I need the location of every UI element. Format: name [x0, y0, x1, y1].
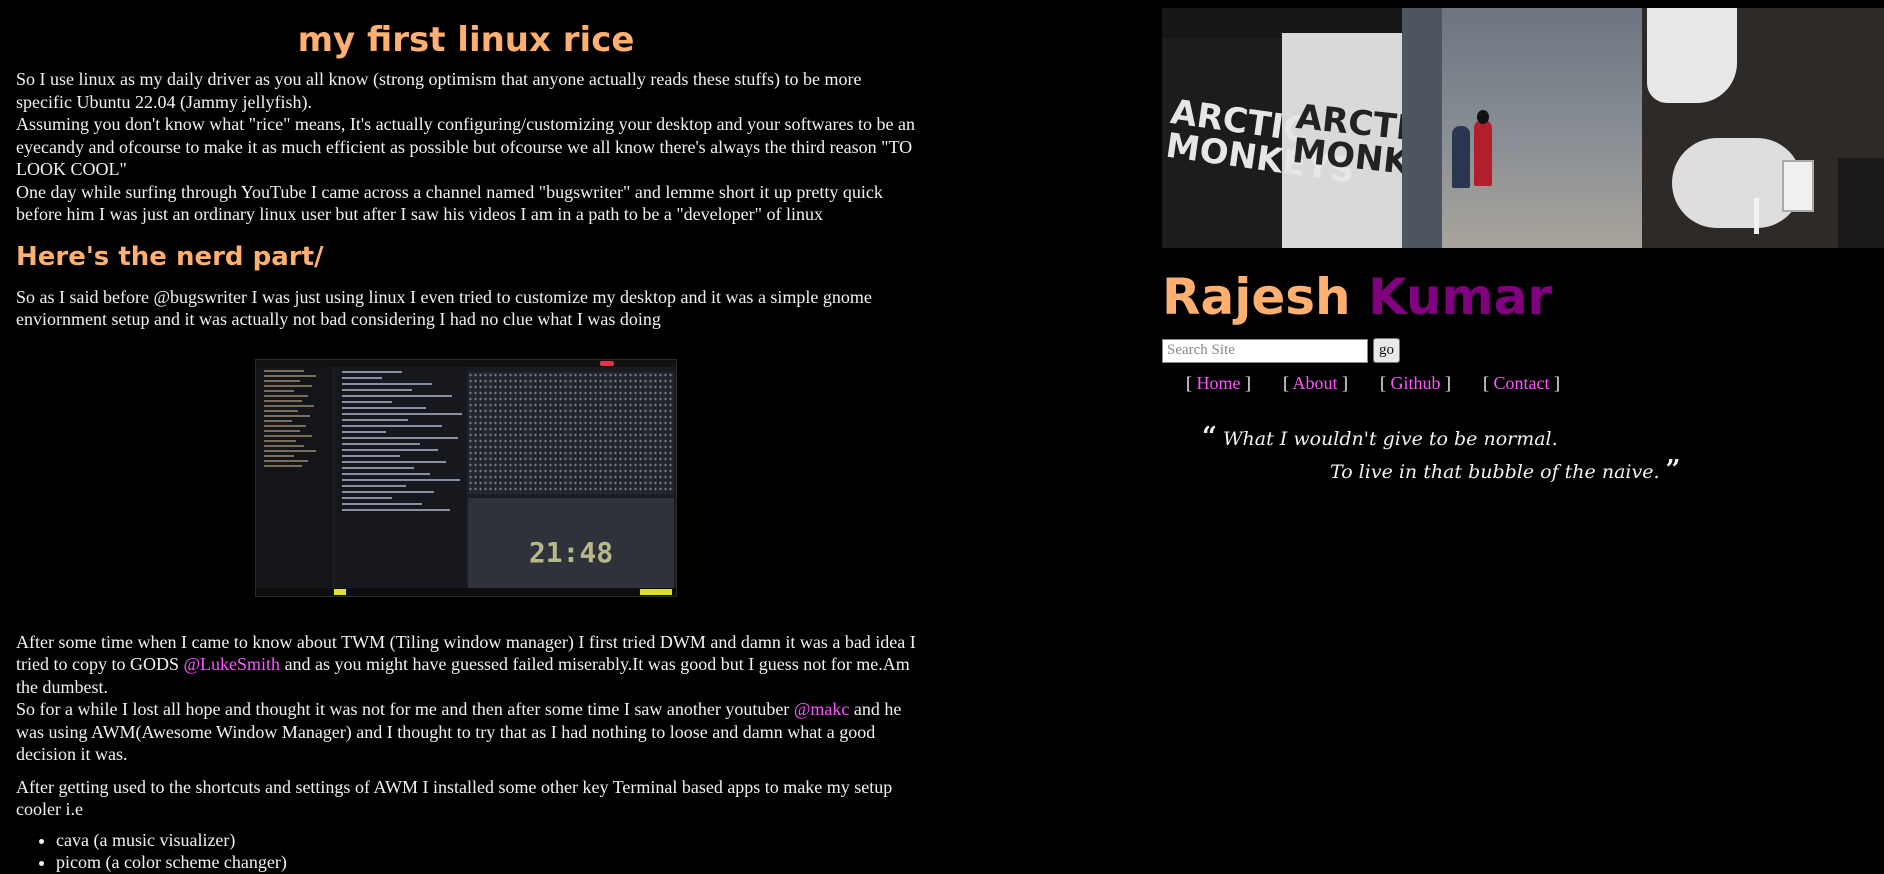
- close-quote-mark: ”: [1665, 455, 1681, 485]
- twm-section: After some time when I came to know abou…: [16, 631, 916, 766]
- twm-paragraph-1: After some time when I came to know abou…: [16, 631, 916, 699]
- file-tree-panel: [256, 366, 332, 588]
- open-quote-mark: “: [1202, 422, 1217, 452]
- nerd-paragraph: So as I said before @bugswriter I was ju…: [16, 286, 872, 330]
- section-heading: Here's the nerd part/: [16, 241, 324, 272]
- desktop-screenshot-image: 21:48: [255, 358, 677, 597]
- intro-section: So I use linux as my daily driver as you…: [16, 68, 916, 226]
- clock-text: 21:48: [528, 535, 614, 569]
- apps-intro-paragraph: After getting used to the shortcuts and …: [16, 776, 893, 820]
- intro-paragraph-2: Assuming you don't know what "rice" mean…: [16, 114, 916, 179]
- twm-text-2a: So for a while I lost all hope and thoug…: [16, 699, 794, 719]
- nav-item-home: [ Home ]: [1186, 373, 1251, 393]
- nav-link-github[interactable]: Github: [1391, 373, 1441, 393]
- apps-list: cava (a music visualizer) picom (a color…: [16, 829, 916, 874]
- terminal-clock-panel: 21:48: [468, 497, 674, 588]
- quote-line-2: To live in that bubble of the naive. ”: [1202, 455, 1884, 488]
- shirt-text-left: ARCTIC MONKEYS: [1163, 92, 1358, 192]
- page-title: my first linux rice: [297, 20, 635, 60]
- screenshot-container: 21:48: [16, 358, 916, 597]
- photo-arctic-monkeys-shirts: ARCTIC MONKEYS ARCTIC MONKEYS: [1162, 8, 1402, 248]
- makc-link[interactable]: @makc: [794, 699, 850, 719]
- header-photo-strip: ARCTIC MONKEYS ARCTIC MONKEYS: [1162, 8, 1884, 248]
- site-name-first: Rajesh: [1162, 268, 1351, 326]
- list-item: picom (a color scheme changer): [56, 851, 916, 874]
- lukesmith-link[interactable]: @LukeSmith: [183, 654, 280, 674]
- search-input[interactable]: [1162, 338, 1368, 363]
- nav-link-home[interactable]: Home: [1197, 373, 1241, 393]
- nav-item-about: [ About ]: [1283, 373, 1349, 393]
- quote-text-1: What I wouldn't give to be normal.: [1223, 428, 1558, 450]
- site-name-last: Kumar: [1368, 268, 1553, 326]
- post-content: my first linux rice So I use linux as my…: [16, 0, 916, 874]
- sidebar-quote: “ What I wouldn't give to be normal. To …: [1202, 422, 1884, 488]
- terminal-matrix-panel: [468, 371, 674, 494]
- intro-paragraph-3: One day while surfing through YouTube I …: [16, 181, 883, 225]
- search-go-button[interactable]: go: [1373, 338, 1400, 363]
- nav-item-contact: [ Contact ]: [1483, 373, 1561, 393]
- nav-link-contact[interactable]: Contact: [1494, 373, 1550, 393]
- twm-paragraph-2: So for a while I lost all hope and thoug…: [16, 698, 916, 766]
- code-editor-panel: [336, 366, 466, 588]
- photo-couple-corridor: [1402, 8, 1642, 248]
- intro-paragraph-1: So I use linux as my daily driver as you…: [16, 69, 862, 112]
- nav-item-github: [ Github ]: [1380, 373, 1452, 393]
- photo-sneakers: [1642, 8, 1884, 248]
- site-search-form: go: [1162, 338, 1884, 363]
- nav-link-about[interactable]: About: [1293, 373, 1338, 393]
- quote-line-1: “ What I wouldn't give to be normal.: [1202, 422, 1884, 455]
- quote-text-2: To live in that bubble of the naive.: [1330, 461, 1660, 483]
- sidebar: ARCTIC MONKEYS ARCTIC MONKEYS Rajesh Kum…: [1162, 8, 1884, 488]
- site-nav: [ Home ] [ About ] [ Github ] [ Contact …: [1186, 373, 1884, 394]
- list-item: cava (a music visualizer): [56, 829, 916, 852]
- shirt-text-right: ARCTIC MONKEYS: [1290, 96, 1402, 191]
- site-name: Rajesh Kumar: [1162, 262, 1884, 332]
